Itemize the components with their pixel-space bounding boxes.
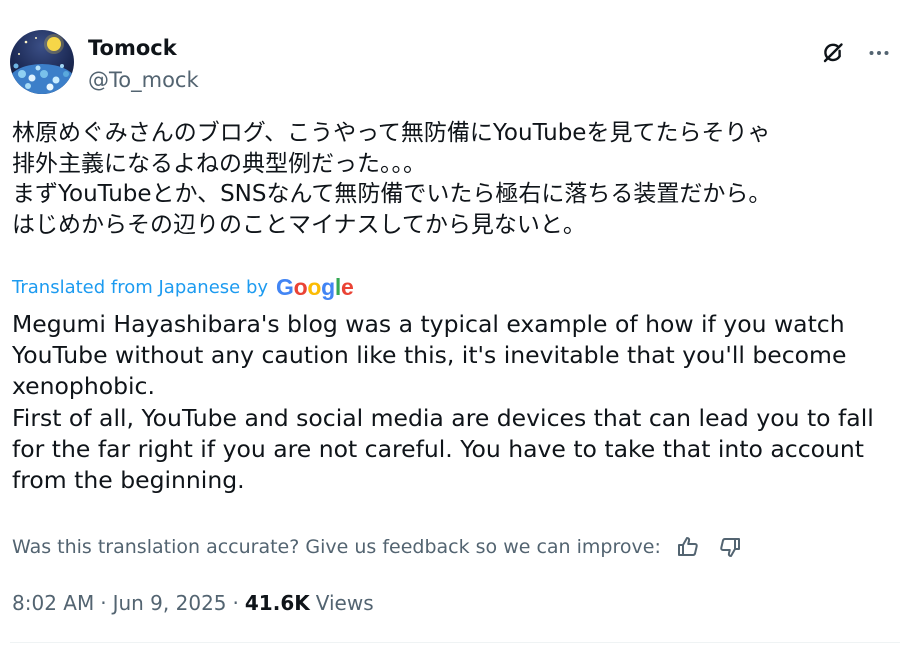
translation-feedback: Was this translation accurate? Give us f… [12,532,745,562]
translation-line: Megumi Hayashibara's blog was a typical … [12,310,845,338]
tweet-translation-text: Megumi Hayashibara's blog was a typical … [12,309,902,496]
original-line: はじめからその辺りのことマイナスしてから見ないと。 [12,211,586,238]
original-line: 林原めぐみさんのブログ、こうやって無防備にYouTubeを見てたらそりゃ [12,120,771,146]
translation-line: First of all, YouTube and social media a… [12,403,874,432]
user-handle[interactable]: @To_mock [88,66,199,94]
tweet-time[interactable]: 8:02 AM [12,591,94,615]
meta-separator: · [232,591,239,615]
translation-line: from the beginning. [12,466,245,495]
feedback-prompt: Was this translation accurate? Give us f… [12,536,661,558]
meta-separator: · [100,591,107,615]
original-line: まずYouTubeとか、SNSなんて無防備でいたら極右に落ちる装置だから。 [12,181,772,207]
translation-line: xenophobic. [12,372,155,401]
grok-icon[interactable] [818,38,848,68]
thumbs-up-icon[interactable] [673,532,703,562]
translation-line: for the far right if you are not careful… [12,434,865,463]
translated-by-label: Translated from Japanese by [12,276,269,298]
thumbs-down-icon[interactable] [715,532,745,562]
tweet-header: Tomock @To_mock [10,30,900,96]
tweet-meta: 8:02 AM · Jun 9, 2025 · 41.6K Views [12,588,374,618]
avatar-image [10,30,74,94]
google-logo: Google [276,273,354,300]
more-icon[interactable] [864,38,894,68]
views-count[interactable]: 41.6K [245,591,310,615]
display-name[interactable]: Tomock [88,34,199,62]
avatar[interactable] [10,30,74,94]
views-label: Views [315,591,374,615]
translation-line: YouTube without any caution like this, i… [12,341,847,370]
tweet-date[interactable]: Jun 9, 2025 [113,591,227,615]
tweet-original-text: 林原めぐみさんのブログ、こうやって無防備にYouTubeを見てたらそりゃ 排外主… [12,118,902,240]
original-line: 排外主義になるよねの典型例だった。。。 [12,150,426,177]
translated-by-link[interactable]: Translated from Japanese by Google [12,272,354,302]
divider [10,642,900,643]
